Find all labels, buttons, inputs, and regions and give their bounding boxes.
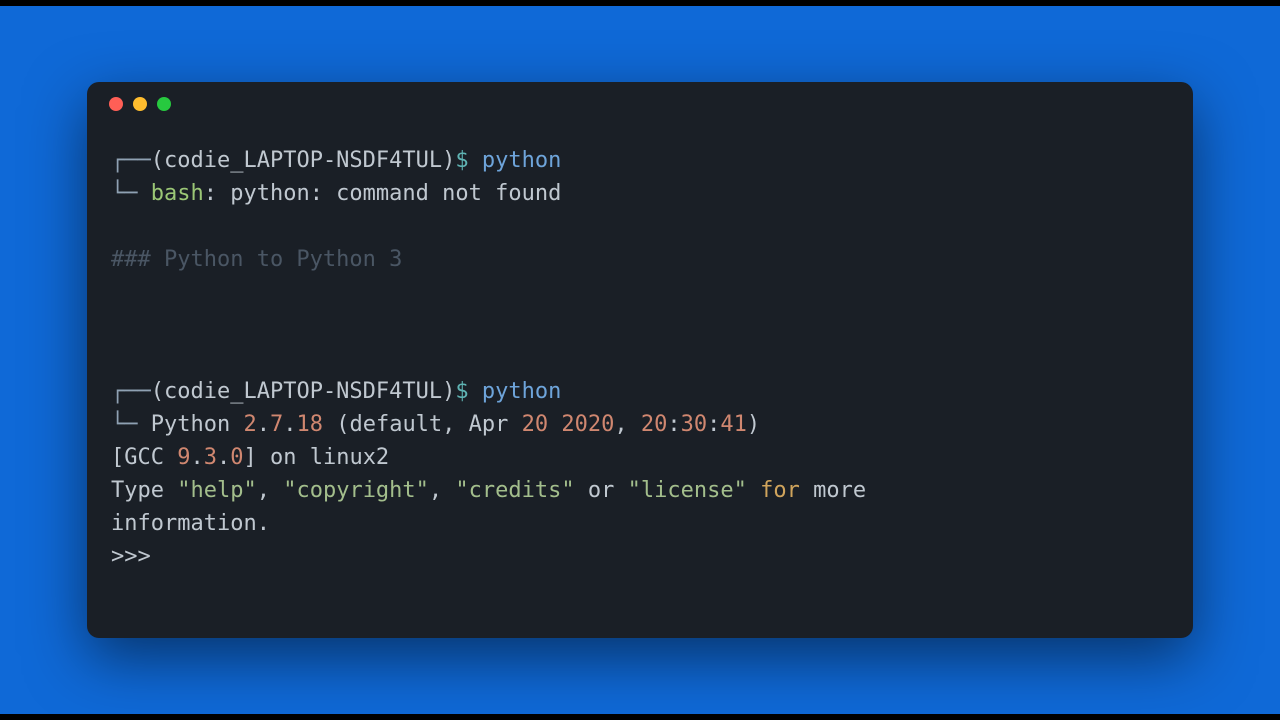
close-icon[interactable] bbox=[109, 97, 123, 111]
prompt-dollar: $ bbox=[455, 148, 482, 173]
prompt-corner-icon: └─ bbox=[111, 412, 151, 437]
prompt-host: codie_LAPTOP-NSDF4TUL bbox=[164, 148, 442, 173]
python-version-line: └─ Python 2.7.18 (default, Apr 20 2020, … bbox=[111, 408, 1169, 441]
gcc-line: [GCC 9.3.0] on linux2 bbox=[111, 441, 1169, 474]
output-line: └─ bash: python: command not found bbox=[111, 177, 1169, 210]
prompt-dollar: $ bbox=[455, 379, 482, 404]
bash-label: bash bbox=[151, 181, 204, 206]
command-text: python bbox=[482, 148, 561, 173]
prompt-corner-icon: ┌── bbox=[111, 148, 151, 173]
comment-line: ### Python to Python 3 bbox=[111, 243, 1169, 276]
terminal-window: ┌──(codie_LAPTOP-NSDF4TUL)$ python└─ bas… bbox=[87, 82, 1193, 638]
prompt-line: ┌──(codie_LAPTOP-NSDF4TUL)$ python bbox=[111, 375, 1169, 408]
titlebar bbox=[87, 82, 1193, 126]
repl-prompt[interactable]: >>> bbox=[111, 540, 1169, 573]
error-text: : python: command not found bbox=[204, 181, 562, 206]
prompt-line: ┌──(codie_LAPTOP-NSDF4TUL)$ python bbox=[111, 144, 1169, 177]
maximize-icon[interactable] bbox=[157, 97, 171, 111]
prompt-host: codie_LAPTOP-NSDF4TUL bbox=[164, 379, 442, 404]
prompt-corner-icon: └─ bbox=[111, 181, 151, 206]
terminal-content[interactable]: ┌──(codie_LAPTOP-NSDF4TUL)$ python└─ bas… bbox=[87, 126, 1193, 638]
help-line-2: information. bbox=[111, 507, 1169, 540]
minimize-icon[interactable] bbox=[133, 97, 147, 111]
help-line: Type "help", "copyright", "credits" or "… bbox=[111, 474, 1169, 507]
prompt-corner-icon: ┌── bbox=[111, 379, 151, 404]
command-text: python bbox=[482, 379, 561, 404]
